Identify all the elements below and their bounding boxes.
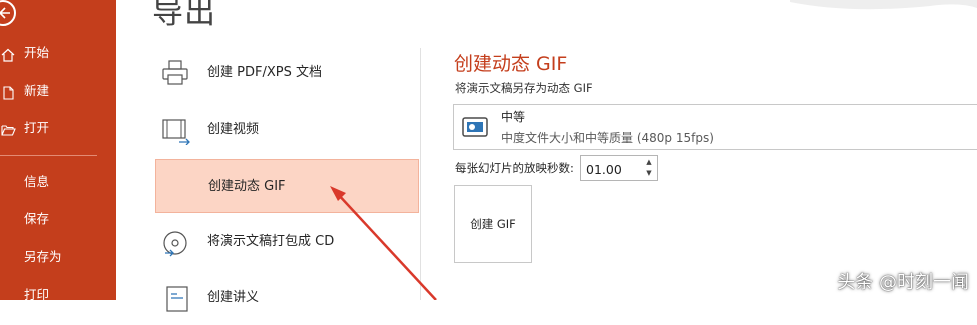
annotation-arrow	[330, 186, 437, 300]
watermark: 头条 @时刻一闻	[837, 272, 969, 293]
